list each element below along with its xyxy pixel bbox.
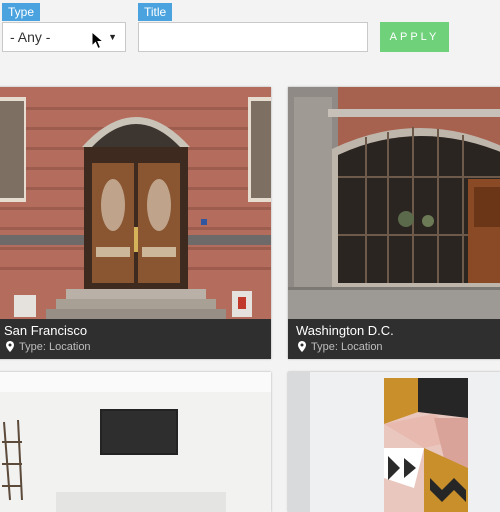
title-filter-label: Title bbox=[138, 3, 173, 21]
chevron-down-icon: ▼ bbox=[108, 32, 117, 42]
card-title[interactable]: San Francisco bbox=[4, 323, 87, 338]
type-filter-label: Type bbox=[2, 3, 41, 21]
card-caption: Washington D.C. Type: Location bbox=[288, 319, 500, 359]
type-select[interactable]: - Any - ▼ bbox=[2, 22, 126, 52]
map-pin-icon bbox=[6, 341, 14, 352]
mouse-cursor-icon bbox=[91, 31, 105, 50]
title-input[interactable] bbox=[138, 22, 368, 52]
location-card[interactable]: San Francisco Type: Location bbox=[0, 87, 271, 359]
card-meta: Type: Location bbox=[298, 341, 383, 353]
card-type-text: Type: Location bbox=[19, 341, 91, 353]
card-image bbox=[288, 87, 500, 319]
location-card[interactable] bbox=[288, 372, 500, 512]
card-meta: Type: Location bbox=[6, 341, 91, 353]
card-type-text: Type: Location bbox=[311, 341, 383, 353]
location-card[interactable] bbox=[0, 372, 271, 512]
card-image bbox=[0, 87, 271, 319]
location-card[interactable]: Washington D.C. Type: Location bbox=[288, 87, 500, 359]
type-select-value: - Any - bbox=[10, 29, 51, 45]
card-caption: San Francisco Type: Location bbox=[0, 319, 271, 359]
card-image bbox=[0, 372, 271, 512]
card-title[interactable]: Washington D.C. bbox=[296, 323, 394, 338]
card-image bbox=[288, 372, 500, 512]
map-pin-icon bbox=[298, 341, 306, 352]
apply-button[interactable]: APPLY bbox=[380, 22, 449, 52]
